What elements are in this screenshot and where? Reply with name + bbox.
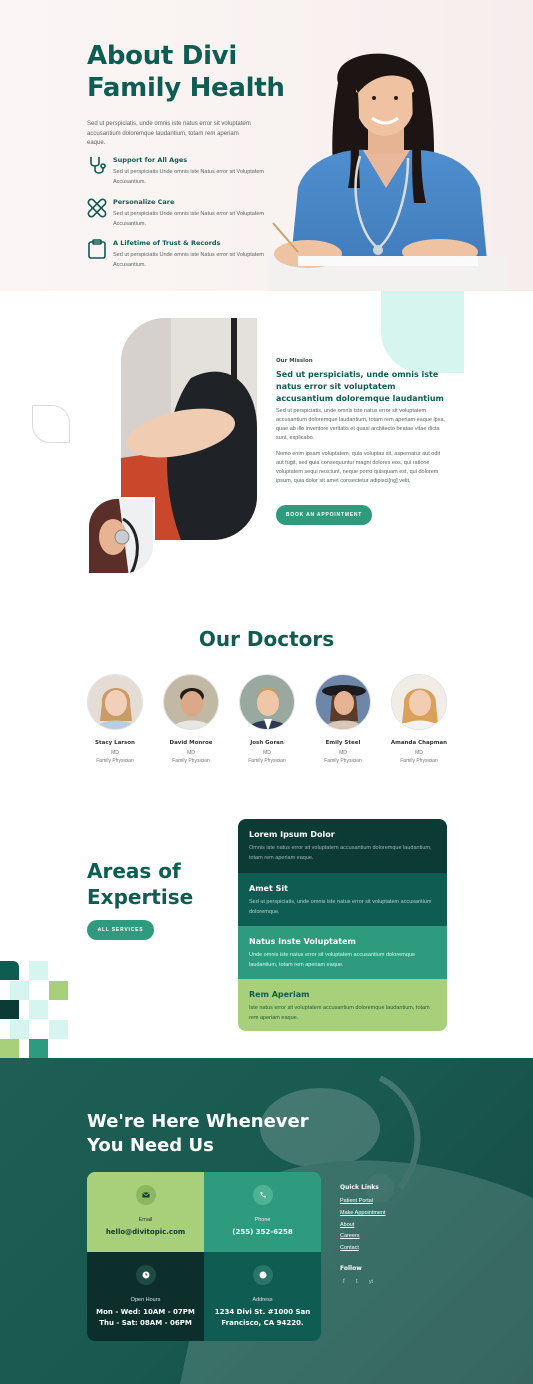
phone-icon [252,1185,273,1205]
doctor-degree: MD [111,750,119,756]
feature-support-ages: Support for All Ages Sed ut perspiciatis… [87,156,282,190]
doctor-avatar [87,674,143,730]
contact-title: We're Here Whenever You Need Us [87,1111,309,1156]
doctor-degree: MD [187,750,195,756]
doctor-name: Stacy Larson [95,740,135,746]
feature-lifetime-records: A Lifetime of Trust & Records Sed ut per… [87,239,282,273]
email-value: hello@divitopic.com [105,1228,186,1236]
doctor-name: Amanda Chapman [390,740,448,746]
open-hours-weekend: Thu - Sat: 08AM - 06PM [99,1319,192,1327]
link-contact[interactable]: Contact [340,1245,359,1251]
quick-links-title: Quick Links [340,1184,379,1191]
facebook-icon[interactable]: f [343,1279,345,1285]
address-line-1: 1234 Divi St. #1000 San [214,1308,311,1316]
address-box[interactable]: Address 1234 Divi St. #1000 San Francisc… [204,1252,321,1341]
youtube-icon[interactable]: yt [369,1279,373,1285]
decorative-mint-shape [381,291,464,373]
feature-title: A Lifetime of Trust & Records [113,239,221,247]
phone-label: Phone [254,1217,271,1223]
doctor-card[interactable]: Stacy Larson MD Family Physician [85,674,145,764]
mission-heading: Sed ut perspiciatis, unde omnis iste nat… [276,370,444,403]
doctor-avatar [391,674,447,730]
expertise-card-lorem[interactable]: Lorem Ipsum Dolor Omnis iste natus error… [238,819,447,873]
clipboard-icon [88,239,106,259]
expertise-title: Areas of Expertise [87,859,194,909]
stethoscope-photo [87,497,155,575]
doctor-degree: MD [263,750,271,756]
link-careers[interactable]: Careers [340,1233,360,1239]
envelope-icon [135,1185,156,1205]
stethoscope-icon [90,157,106,174]
address-label: Address [252,1297,273,1303]
doctor-degree: MD [415,750,423,756]
expertise-card-title: Lorem Ipsum Dolor [249,830,335,839]
doctor-role: Family Physician [324,758,362,764]
doctor-avatar [163,674,219,730]
doctor-card[interactable]: Amanda Chapman MD Family Physician [389,674,449,764]
doctor-card[interactable]: David Monroe MD Family Physician [161,674,221,764]
doctor-card[interactable]: Emily Steel MD Family Physician [313,674,373,764]
hero-section: About Divi Family Health Sed ut perspici… [0,0,533,291]
doctor-role: Family Physician [172,758,210,764]
decorative-outline-leaf [32,405,70,443]
doctor-role: Family Physician [400,758,438,764]
twitter-icon[interactable]: t [356,1279,358,1285]
link-about[interactable]: About [340,1222,354,1228]
email-label: Email [138,1217,153,1223]
expertise-card-text: Unde omnis iste natus error sit voluptat… [249,952,415,968]
expertise-card-natus[interactable]: Natus Inste Voluptatem Unde omnis iste n… [238,926,447,979]
address-line-2: Francisco, CA 94220. [221,1319,304,1327]
feature-personalize-care: Personalize Care Sed ut perspiciatis Und… [87,198,282,232]
mission-paragraph-2: Nemo enim ipsam voluptatem, quia volupta… [276,451,441,484]
doctor-avatar [315,674,371,730]
hero-description: Sed ut perspiciatis, unde omnis iste nat… [87,121,251,146]
phone-value: (255) 352-6258 [232,1228,293,1236]
hero-title: About Divi Family Health [87,41,285,103]
doctor-degree: MD [339,750,347,756]
follow-title: Follow [340,1265,362,1272]
doctor-name: David Monroe [169,740,213,746]
mission-label: Our Mission [276,358,313,364]
doctor-card[interactable]: Josh Goran MD Family Physician [237,674,297,764]
expertise-card-rem[interactable]: Rem Aperiam Iste natus error sit volupta… [238,979,447,1031]
clock-icon [135,1265,156,1285]
phone-box[interactable]: Phone (255) 352-6258 [204,1172,321,1252]
feature-text: Sed ut perspiciatis Unde omnis iste Natu… [113,252,265,268]
doctors-title: Our Doctors [198,627,335,651]
feature-title: Support for All Ages [113,156,188,164]
expertise-card-text: Iste natus error sit voluptatem accusant… [249,1005,430,1021]
feature-title: Personalize Care [113,198,175,206]
open-hours-weekday: Mon - Wed: 10AM - 07PM [96,1308,195,1316]
mission-paragraph-1: Sed ut perspiciatis, unde omnis iste nat… [276,408,446,441]
feature-text: Sed ut perspiciatis Unde omnis iste Natu… [113,211,265,227]
compass-icon [252,1265,273,1285]
open-hours-box: Open Hours Mon - Wed: 10AM - 07PM Thu - … [87,1252,204,1341]
expertise-card-title: Amet Sit [249,884,288,893]
expertise-card-title: Natus Inste Voluptatem [249,937,356,946]
doctor-name: Josh Goran [250,740,284,746]
book-appointment-button[interactable]: BOOK AN APPOINTMENT [276,505,372,525]
doctor-role: Family Physician [96,758,134,764]
link-patient-portal[interactable]: Patient Portal [340,1198,373,1204]
doctor-role: Family Physician [248,758,286,764]
link-make-appointment[interactable]: Make Appointment [340,1210,386,1216]
expertise-card-title: Rem Aperiam [249,990,310,999]
doctor-avatar [239,674,295,730]
expertise-card-text: Sed ut perspiciatis, unde omnis iste nat… [249,899,432,915]
expertise-card-amet[interactable]: Amet Sit Sed ut perspiciatis, unde omnis… [238,873,447,926]
feature-text: Sed ut perspiciatis Unde omnis iste Natu… [113,169,265,185]
open-hours-label: Open Hours [130,1297,161,1303]
all-services-button[interactable]: ALL SERVICES [87,920,154,940]
doctor-name: Emily Steel [325,740,361,746]
bandage-icon [87,198,107,218]
email-box[interactable]: Email hello@divitopic.com [87,1172,204,1252]
expertise-card-text: Omnis iste natus error sit voluptatem ac… [249,845,432,861]
